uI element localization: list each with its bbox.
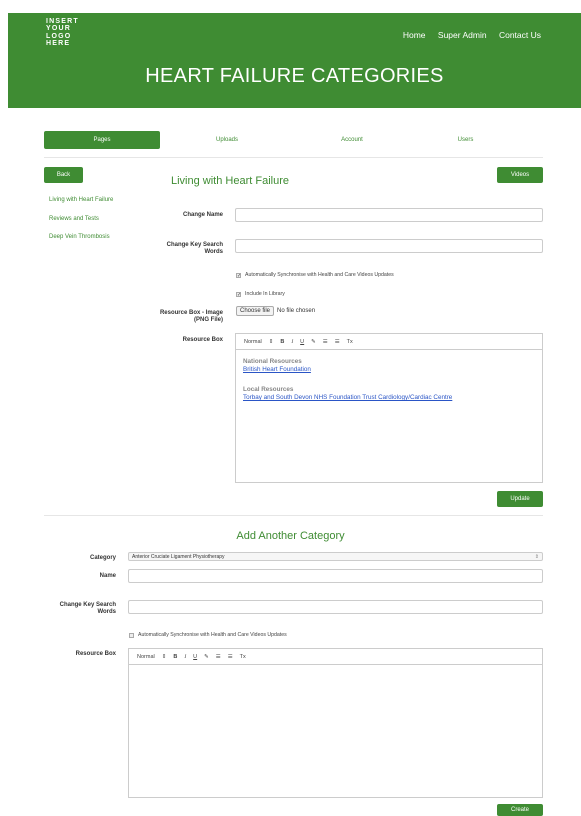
edit-section-title: Living with Heart Failure	[171, 175, 289, 187]
select-arrows-icon: ⇕	[534, 554, 539, 560]
clear-format-icon[interactable]: Tx	[240, 654, 246, 660]
name-label: Name	[99, 573, 116, 579]
link-icon[interactable]: ✎	[204, 654, 209, 660]
add-editor-content[interactable]	[129, 665, 542, 681]
divider	[44, 157, 543, 158]
sync-checkbox[interactable]: ✓	[236, 272, 241, 278]
local-resources-heading: Local Resources	[243, 386, 294, 393]
change-keys-label: Change Key Search Words	[166, 242, 223, 255]
top-nav: Home Super Admin Contact Us	[393, 30, 541, 40]
choose-file-button[interactable]: Choose file	[236, 306, 275, 316]
change-name-label: Change Name	[182, 212, 223, 218]
format-arrows-icon: ⇕	[161, 653, 167, 660]
ordered-list-icon[interactable]: ☰	[216, 654, 221, 660]
torbay-link[interactable]: Torbay and South Devon NHS Foundation Tr…	[243, 394, 535, 402]
logo[interactable]: INSERT YOUR LOGO HERE	[46, 18, 90, 48]
bold-icon[interactable]: B	[280, 339, 284, 345]
tab-users[interactable]: Users	[419, 131, 512, 149]
divider	[44, 515, 543, 516]
no-file-text: No file chosen	[277, 308, 316, 314]
name-input[interactable]	[128, 569, 543, 583]
category-select-value: Anterior Cruciate Ligament Physiotherapy	[132, 554, 225, 560]
tab-uploads[interactable]: Uploads	[169, 131, 285, 149]
change-keys-input[interactable]	[235, 239, 543, 253]
tab-account[interactable]: Account	[294, 131, 410, 149]
sync-checkbox-row[interactable]: ✓ Automatically Synchronise with Health …	[236, 272, 394, 278]
underline-icon[interactable]: U	[300, 339, 304, 345]
add-keys-input[interactable]	[128, 600, 543, 614]
image-file-input[interactable]: Choose file No file chosen	[236, 306, 315, 316]
category-select[interactable]: Anterior Cruciate Ligament Physiotherapy…	[128, 552, 543, 561]
page-header: INSERT YOUR LOGO HERE Home Super Admin C…	[8, 13, 581, 108]
resource-editor[interactable]: Normal ⇕ B I U ✎ ☰ ☰ Tx National Resourc…	[235, 333, 543, 483]
add-sync-checkbox-label: Automatically Synchronise with Health an…	[138, 632, 287, 638]
logo-line: HERE	[46, 40, 71, 48]
format-arrows-icon: ⇕	[268, 338, 274, 345]
add-editor-toolbar: Normal ⇕ B I U ✎ ☰ ☰ Tx	[129, 649, 542, 665]
nav-home[interactable]: Home	[403, 30, 426, 40]
bullet-list-icon[interactable]: ☰	[228, 654, 233, 660]
sidebar: Living with Heart Failure Reviews and Te…	[49, 197, 113, 253]
tab-pages[interactable]: Pages	[44, 131, 160, 149]
sidebar-item-living-with-heart-failure[interactable]: Living with Heart Failure	[49, 197, 113, 216]
update-button[interactable]: Update	[497, 491, 543, 507]
editor-toolbar: Normal ⇕ B I U ✎ ☰ ☰ Tx	[236, 334, 542, 350]
ordered-list-icon[interactable]: ☰	[323, 339, 328, 345]
italic-icon[interactable]: I	[184, 654, 186, 660]
editor-content[interactable]: National Resources British Heart Foundat…	[236, 350, 542, 410]
add-section-title: Add Another Category	[236, 530, 345, 542]
format-select[interactable]: Normal	[137, 654, 155, 660]
sync-checkbox-label: Automatically Synchronise with Health an…	[245, 272, 394, 278]
add-sync-checkbox-row[interactable]: Automatically Synchronise with Health an…	[129, 632, 287, 638]
nav-contact-us[interactable]: Contact Us	[499, 30, 541, 40]
include-checkbox[interactable]: ✓	[236, 291, 241, 297]
british-heart-foundation-link[interactable]: British Heart Foundation	[243, 366, 535, 374]
add-resource-box-label: Resource Box	[75, 651, 116, 657]
include-checkbox-label: Include In Library	[245, 291, 285, 297]
create-button[interactable]: Create	[497, 804, 543, 816]
national-resources-heading: National Resources	[243, 358, 302, 365]
back-button[interactable]: Back	[44, 167, 83, 183]
link-icon[interactable]: ✎	[311, 339, 316, 345]
add-sync-checkbox[interactable]	[129, 632, 134, 638]
clear-format-icon[interactable]: Tx	[347, 339, 353, 345]
nav-super-admin[interactable]: Super Admin	[438, 30, 487, 40]
logo-line: INSERT	[46, 18, 79, 25]
sidebar-item-deep-vein-thrombosis[interactable]: Deep Vein Thrombosis	[49, 234, 113, 253]
logo-line: LOGO	[46, 32, 72, 40]
videos-button[interactable]: Videos	[497, 167, 543, 183]
underline-icon[interactable]: U	[193, 654, 197, 660]
italic-icon[interactable]: I	[291, 339, 293, 345]
image-label: Resource Box - Image (PNG File)	[159, 310, 223, 323]
sidebar-item-reviews-and-tests[interactable]: Reviews and Tests	[49, 216, 113, 235]
bold-icon[interactable]: B	[173, 654, 177, 660]
logo-line: YOUR	[46, 25, 72, 33]
bullet-list-icon[interactable]: ☰	[335, 339, 340, 345]
page-title: HEART FAILURE CATEGORIES	[145, 65, 444, 87]
resource-box-label: Resource Box	[182, 337, 223, 343]
add-resource-editor[interactable]: Normal ⇕ B I U ✎ ☰ ☰ Tx	[128, 648, 543, 798]
main-tabs: Pages Uploads Account Users	[44, 131, 543, 149]
format-select[interactable]: Normal	[244, 339, 262, 345]
include-checkbox-row[interactable]: ✓ Include In Library	[236, 291, 285, 297]
add-keys-label: Change Key Search Words	[59, 602, 116, 615]
change-name-input[interactable]	[235, 208, 543, 222]
category-label: Category	[89, 555, 116, 561]
